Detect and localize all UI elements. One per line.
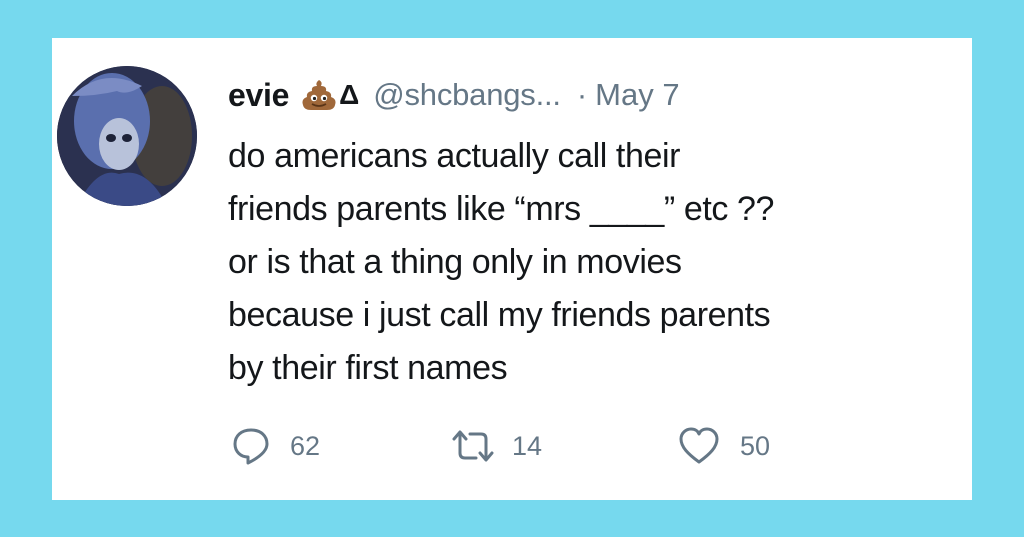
like-count: 50 — [740, 430, 771, 461]
tweet-text-line: because i just call my friends parents — [228, 296, 771, 334]
author-name[interactable]: evie — [228, 77, 289, 114]
tweet-date[interactable]: May 7 — [595, 77, 679, 113]
tweet-text-line: by their first names — [228, 349, 508, 387]
reply-count: 62 — [290, 430, 321, 461]
retweet-icon — [452, 430, 494, 462]
tweet-text-line: do americans actually call their — [228, 137, 681, 175]
heart-icon — [679, 427, 719, 464]
avatar-image — [57, 66, 197, 206]
tweet-header: evie Δ @shcbangs... · May 7 — [228, 70, 680, 120]
avatar[interactable] — [57, 66, 197, 206]
retweet-button[interactable]: 14 — [450, 424, 542, 468]
like-button[interactable]: 50 — [678, 424, 770, 468]
author-symbol: Δ — [339, 79, 360, 110]
tweet-card[interactable]: evie Δ @shcbangs... · May 7 do americans… — [52, 38, 972, 500]
poop-emoji-icon — [301, 77, 337, 113]
reply-button[interactable]: 62 — [232, 424, 320, 468]
reply-icon — [233, 428, 269, 465]
tweet-text-line: friends parents like “mrs ____” etc ?? — [228, 190, 775, 228]
tweet-text: do americans actually call their friends… — [228, 130, 958, 395]
retweet-count: 14 — [512, 430, 543, 461]
tweet-text-line: or is that a thing only in movies — [228, 243, 682, 281]
author-handle[interactable]: @shcbangs... — [373, 77, 561, 113]
separator-dot: · — [576, 77, 588, 112]
